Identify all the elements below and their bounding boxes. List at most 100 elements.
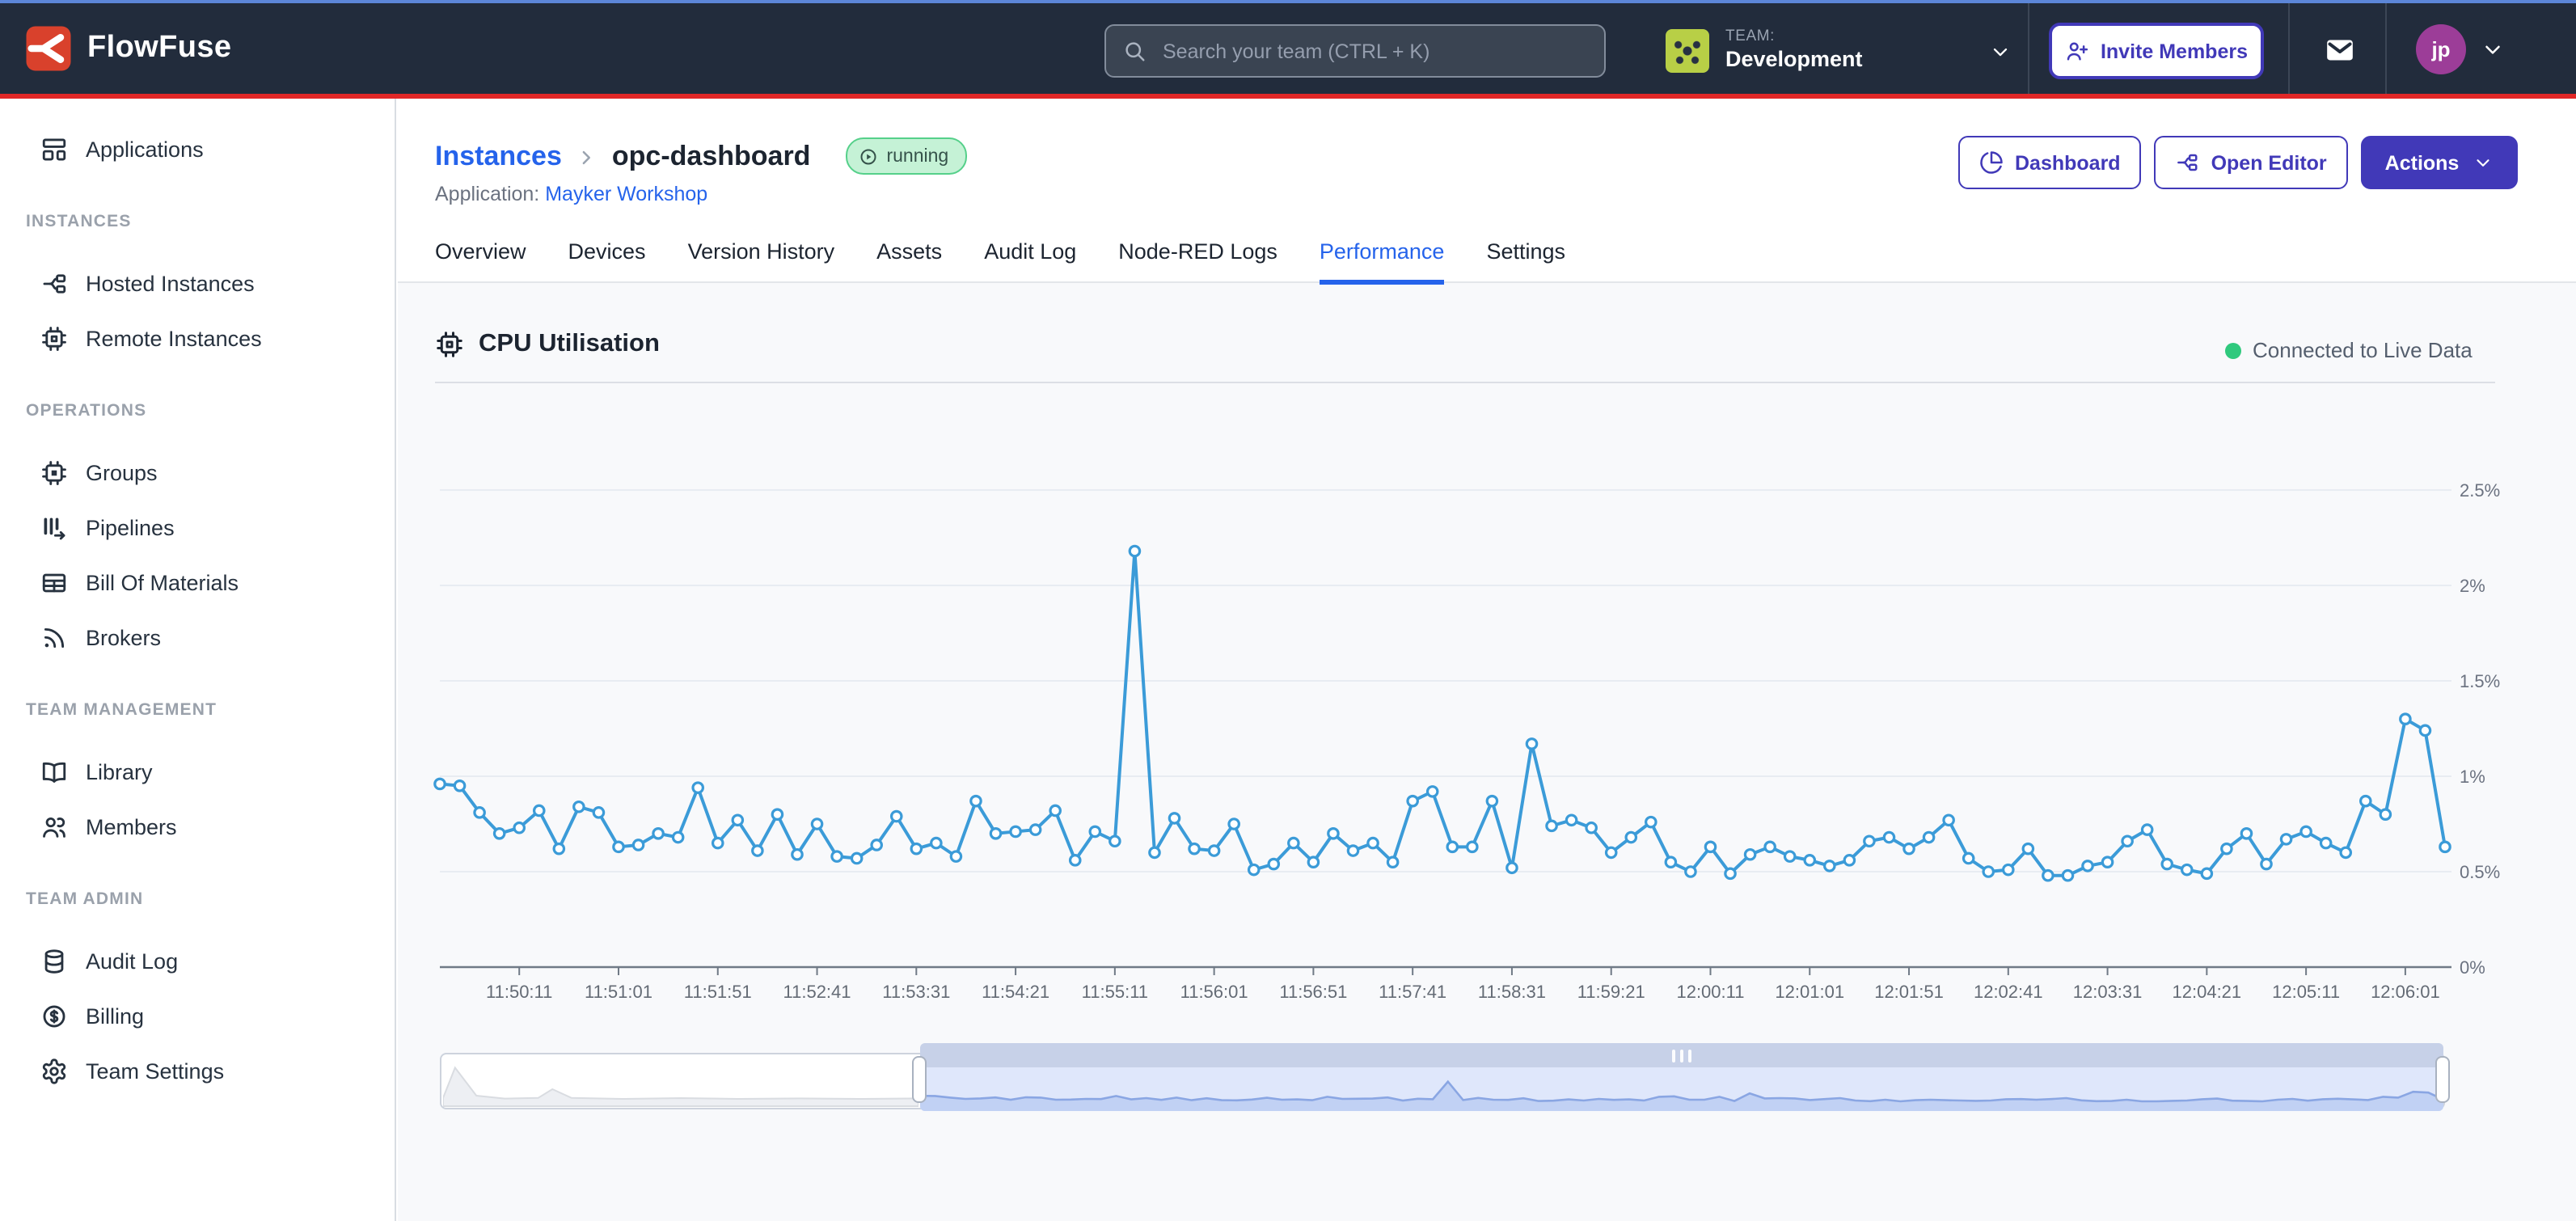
- sidebar-item-label: Library: [86, 759, 153, 784]
- live-status: Connected to Live Data: [2225, 338, 2473, 362]
- gear-icon: [40, 1057, 68, 1084]
- svg-text:11:55:11: 11:55:11: [1082, 982, 1148, 1002]
- brush-drag-bar[interactable]: [920, 1043, 2443, 1067]
- actions-button[interactable]: Actions: [2361, 136, 2518, 189]
- sidebar-section-header: INSTANCES: [0, 209, 395, 234]
- breadcrumb: Instances opc-dashboard running: [435, 137, 966, 175]
- application-line: Application: Mayker Workshop: [435, 183, 707, 205]
- svg-text:11:53:31: 11:53:31: [882, 982, 950, 1002]
- sidebar-item-remote-instances[interactable]: Remote Instances: [0, 311, 395, 365]
- sidebar-section: TEAM MANAGEMENTLibraryMembers: [0, 697, 395, 854]
- search-input[interactable]: [1159, 38, 1588, 64]
- tab-version-history[interactable]: Version History: [688, 228, 835, 281]
- chevron-down-icon: [1989, 40, 2012, 62]
- user-menu[interactable]: jp: [2416, 24, 2505, 74]
- status-badge-label: running: [886, 146, 948, 166]
- panel-header: CPU Utilisation: [435, 330, 660, 359]
- breadcrumb-instances-link[interactable]: Instances: [435, 140, 562, 172]
- tab-performance[interactable]: Performance: [1320, 228, 1445, 281]
- brush-left-handle[interactable]: [912, 1056, 927, 1103]
- svg-text:11:56:01: 11:56:01: [1180, 982, 1248, 1002]
- sidebar-item-team-settings[interactable]: Team Settings: [0, 1043, 395, 1098]
- brand-name: FlowFuse: [87, 31, 231, 66]
- dollar-icon: [40, 1002, 68, 1029]
- chevron-down-icon: [2481, 37, 2505, 61]
- svg-text:11:59:21: 11:59:21: [1577, 982, 1645, 1002]
- team-texts: TEAM: Development: [1725, 30, 1973, 73]
- application-link[interactable]: Mayker Workshop: [545, 183, 707, 205]
- live-status-dot-icon: [2225, 342, 2241, 358]
- sidebar-item-label: Brokers: [86, 625, 161, 649]
- tab-overview[interactable]: Overview: [435, 228, 526, 281]
- svg-text:1%: 1%: [2460, 767, 2485, 787]
- sidebar-item-bill-of-materials[interactable]: Bill Of Materials: [0, 555, 395, 610]
- sidebar-item-label: Pipelines: [86, 515, 175, 539]
- sidebar-item-hosted-instances[interactable]: Hosted Instances: [0, 256, 395, 311]
- sidebar-item-audit-log[interactable]: Audit Log: [0, 933, 395, 988]
- search-icon: [1122, 39, 1147, 63]
- svg-text:11:58:31: 11:58:31: [1478, 982, 1546, 1002]
- sidebar-item-label: Audit Log: [86, 948, 178, 973]
- sidebar-item-label: Members: [86, 814, 177, 839]
- open-editor-button-label: Open Editor: [2211, 151, 2327, 174]
- cpu-icon: [435, 330, 464, 359]
- tab-node-red-logs[interactable]: Node-RED Logs: [1118, 228, 1277, 281]
- team-selector[interactable]: TEAM: Development: [1666, 23, 2012, 79]
- invite-members-label: Invite Members: [2101, 40, 2248, 62]
- user-avatar[interactable]: jp: [2416, 24, 2466, 74]
- sidebar-item-billing[interactable]: Billing: [0, 988, 395, 1043]
- tab-audit-log[interactable]: Audit Log: [984, 228, 1076, 281]
- svg-text:12:03:31: 12:03:31: [2073, 982, 2143, 1002]
- team-search[interactable]: [1104, 24, 1606, 78]
- brand-home-link[interactable]: FlowFuse: [24, 24, 231, 73]
- brush-right-handle[interactable]: [2435, 1056, 2450, 1103]
- database-icon: [40, 947, 68, 974]
- sidebar-item-groups[interactable]: Groups: [0, 445, 395, 500]
- sidebar-item-label: Groups: [86, 460, 158, 484]
- invite-members-button[interactable]: Invite Members: [2049, 23, 2264, 79]
- sidebar-item-label: Team Settings: [86, 1058, 224, 1083]
- navbar-divider: [2385, 3, 2387, 97]
- sidebar-section-header: OPERATIONS: [0, 398, 395, 424]
- svg-text:11:56:51: 11:56:51: [1279, 982, 1347, 1002]
- svg-text:11:51:01: 11:51:01: [585, 982, 652, 1002]
- brush-selected-area: [920, 1067, 2443, 1111]
- groups-icon: [40, 458, 68, 486]
- play-circle-icon: [859, 146, 878, 166]
- tab-devices[interactable]: Devices: [568, 228, 646, 281]
- team-avatar: [1666, 29, 1709, 73]
- open-editor-button[interactable]: Open Editor: [2155, 136, 2348, 189]
- svg-text:11:51:51: 11:51:51: [684, 982, 752, 1002]
- svg-text:12:05:11: 12:05:11: [2272, 982, 2340, 1002]
- brush-selection[interactable]: [920, 1043, 2443, 1111]
- sidebar-item-pipelines[interactable]: Pipelines: [0, 500, 395, 555]
- status-badge: running: [846, 137, 966, 175]
- sidebar-item-label: Hosted Instances: [86, 271, 255, 295]
- svg-text:12:01:51: 12:01:51: [1874, 982, 1944, 1002]
- sidebar-item-brokers[interactable]: Brokers: [0, 610, 395, 665]
- sidebar-item-label: Bill Of Materials: [86, 570, 239, 594]
- svg-text:11:54:21: 11:54:21: [982, 982, 1049, 1002]
- notifications-mail-icon[interactable]: [2322, 34, 2358, 66]
- pie-chart-icon: [1979, 150, 2004, 175]
- chevron-down-icon: [2472, 152, 2493, 173]
- chart-range-brush[interactable]: [440, 1053, 2445, 1109]
- navbar-divider: [2028, 3, 2029, 97]
- branch-icon: [40, 269, 68, 297]
- rss-icon: [40, 623, 68, 651]
- tab-assets[interactable]: Assets: [876, 228, 942, 281]
- panel-divider: [435, 382, 2495, 383]
- users-icon: [40, 813, 68, 840]
- svg-text:12:00:11: 12:00:11: [1676, 982, 1744, 1002]
- brush-selected-minichart: [920, 1067, 2443, 1111]
- svg-text:11:57:41: 11:57:41: [1379, 982, 1446, 1002]
- tab-settings[interactable]: Settings: [1486, 228, 1565, 281]
- sidebar-item-applications[interactable]: Applications: [0, 121, 395, 176]
- drag-grip-icon[interactable]: [1670, 1049, 1694, 1062]
- svg-text:11:52:41: 11:52:41: [783, 982, 851, 1002]
- flowfuse-logo-icon: [24, 24, 73, 73]
- sidebar-item-library[interactable]: Library: [0, 744, 395, 799]
- dashboard-button[interactable]: Dashboard: [1958, 136, 2142, 189]
- svg-text:2.5%: 2.5%: [2460, 480, 2500, 501]
- sidebar-item-members[interactable]: Members: [0, 799, 395, 854]
